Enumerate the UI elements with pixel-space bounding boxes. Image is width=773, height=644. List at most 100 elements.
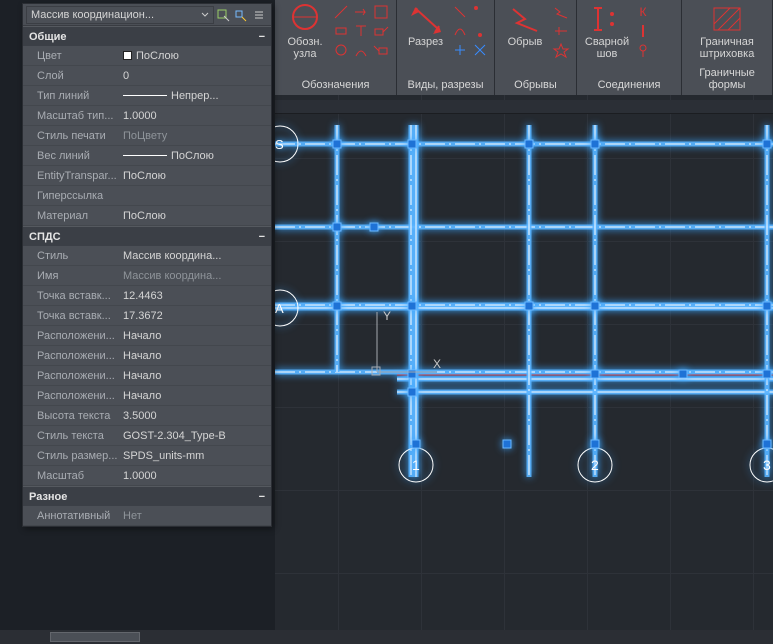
property-row[interactable]: Точка вставк...17.3672 (23, 306, 271, 326)
boundary-hatch-button[interactable]: Граничная штриховка (697, 4, 757, 60)
property-row[interactable]: Высота текста3.5000 (23, 406, 271, 426)
property-value[interactable]: 12.4463 (123, 290, 271, 302)
toggle-pick-button[interactable] (214, 6, 232, 24)
node2-icon[interactable] (333, 42, 349, 58)
break-button[interactable]: Обрыв (501, 4, 549, 58)
k-icon[interactable]: К (635, 4, 651, 20)
chevron-down-icon (201, 11, 209, 19)
property-value[interactable]: Массив координа... (123, 270, 271, 282)
trim-icon[interactable] (553, 23, 569, 39)
property-name: Точка вставк... (23, 290, 123, 302)
property-row[interactable]: EntityTranspar...ПоСлою (23, 166, 271, 186)
property-value[interactable]: 1.0000 (123, 110, 271, 122)
i-icon[interactable] (635, 23, 651, 39)
dot2-icon[interactable] (472, 23, 488, 39)
property-value[interactable]: SPDS_units-mm (123, 450, 271, 462)
property-row[interactable]: Стиль текстаGOST-2.304_Type-B (23, 426, 271, 446)
property-name: Цвет (23, 50, 123, 62)
tmark-icon[interactable] (353, 23, 369, 39)
property-value[interactable]: 3.5000 (123, 410, 271, 422)
property-value[interactable]: GOST-2.304_Type-B (123, 430, 271, 442)
property-value[interactable]: 0 (123, 70, 271, 82)
line-icon[interactable] (333, 4, 349, 20)
weld-button[interactable]: Сварной шов (583, 4, 631, 60)
property-row[interactable]: Расположени...Начало (23, 326, 271, 346)
property-row[interactable]: Слой0 (23, 66, 271, 86)
property-value[interactable]: ПоСлою (123, 50, 271, 62)
property-value[interactable]: Начало (123, 390, 271, 402)
property-name: Тип линий (23, 90, 123, 102)
property-row[interactable]: ИмяМассив координа... (23, 266, 271, 286)
ribbon: Обозн. узла Обозначения Р (275, 0, 773, 95)
slit-icon[interactable] (452, 4, 468, 20)
property-row[interactable]: Расположени...Начало (23, 366, 271, 386)
pin-icon[interactable] (635, 42, 651, 58)
exp2-icon[interactable] (472, 42, 488, 58)
property-name: Стиль текста (23, 430, 123, 442)
section-header-misc[interactable]: Разное − (23, 486, 271, 506)
ribbon-group-title: Граничные формы (688, 67, 766, 91)
property-value[interactable]: Начало (123, 370, 271, 382)
arrow-icon[interactable] (353, 4, 369, 20)
property-row[interactable]: Стиль печатиПоЦвету (23, 126, 271, 146)
node-designation-button[interactable]: Обозн. узла (281, 4, 329, 60)
property-row[interactable]: МатериалПоСлою (23, 206, 271, 226)
drawing-canvas[interactable]: S A 1 2 3 (275, 95, 773, 644)
zig-icon[interactable] (553, 4, 569, 20)
star-icon[interactable] (553, 42, 569, 58)
property-value[interactable]: Нет (123, 510, 271, 522)
quick-select-button[interactable] (232, 6, 250, 24)
section-button[interactable]: Разрез (403, 4, 448, 58)
property-row[interactable]: Вес линийПоСлою (23, 146, 271, 166)
property-row[interactable]: Тип линийНепрер... (23, 86, 271, 106)
ribbon-group-title: Обозначения (281, 79, 390, 91)
property-value[interactable]: ПоСлою (123, 170, 271, 182)
property-value[interactable]: Начало (123, 350, 271, 362)
property-value[interactable]: Непрер... (123, 90, 271, 102)
property-value[interactable]: ПоЦвету (123, 130, 271, 142)
property-row[interactable]: ЦветПоСлою (23, 46, 271, 66)
property-value[interactable]: 17.3672 (123, 310, 271, 322)
property-name: Аннотативный (23, 510, 123, 522)
property-value[interactable]: Начало (123, 330, 271, 342)
property-row[interactable]: АннотативныйНет (23, 506, 271, 526)
horizontal-ruler (275, 100, 773, 114)
mark-icon[interactable] (333, 23, 349, 39)
property-row[interactable]: СтильМассив координа... (23, 246, 271, 266)
property-value[interactable]: 1.0000 (123, 470, 271, 482)
property-value[interactable]: ПоСлою (123, 150, 271, 162)
section-header-spds[interactable]: СПДС − (23, 226, 271, 246)
property-row[interactable]: Стиль размер...SPDS_units-mm (23, 446, 271, 466)
property-row[interactable]: Расположени...Начало (23, 386, 271, 406)
property-row[interactable]: Расположени...Начало (23, 346, 271, 366)
property-name: Стиль размер... (23, 450, 123, 462)
svg-text:X: X (433, 357, 441, 371)
horizontal-scrollbar[interactable] (0, 630, 773, 644)
section-title: Разное (29, 491, 67, 503)
brace-icon[interactable] (353, 42, 369, 58)
section-title: Общие (29, 31, 67, 43)
property-value[interactable]: Массив координа... (123, 250, 271, 262)
collapse-icon: − (259, 491, 265, 503)
dot-icon[interactable] (472, 4, 488, 20)
object-type-text: Массив координацион... (31, 9, 154, 21)
property-row[interactable]: Масштаб1.0000 (23, 466, 271, 486)
property-row[interactable]: Точка вставк...12.4463 (23, 286, 271, 306)
box-icon[interactable] (373, 4, 389, 20)
property-row[interactable]: Гиперссылка (23, 186, 271, 206)
exp-icon[interactable] (452, 42, 468, 58)
property-name: Имя (23, 270, 123, 282)
ref2-icon[interactable] (373, 42, 389, 58)
scrollbar-thumb[interactable] (50, 632, 140, 642)
ribbon-group-title: Обрывы (501, 79, 570, 91)
property-row[interactable]: Масштаб тип...1.0000 (23, 106, 271, 126)
ref-icon[interactable] (373, 23, 389, 39)
section-header-general[interactable]: Общие − (23, 26, 271, 46)
svg-text:2: 2 (591, 457, 599, 473)
object-type-combo[interactable]: Массив координацион... (26, 6, 214, 24)
properties-panel: Массив координацион... Общие − ЦветПоСло… (22, 3, 272, 527)
panel-options-button[interactable] (250, 6, 268, 24)
property-value[interactable]: ПоСлою (123, 210, 271, 222)
collapse-icon: − (259, 31, 265, 43)
arc-icon[interactable] (452, 23, 468, 39)
